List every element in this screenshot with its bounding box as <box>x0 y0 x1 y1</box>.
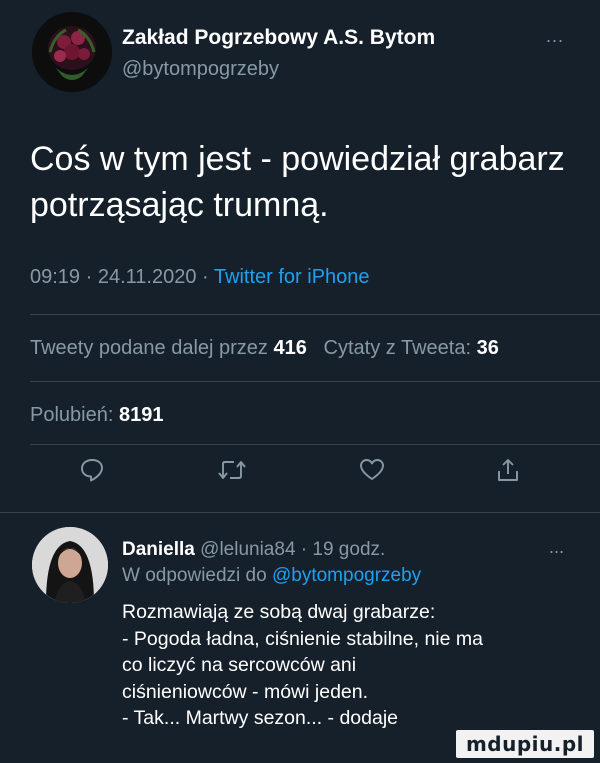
replying-to-label: W odpowiedzi do <box>122 565 267 586</box>
share-icon[interactable] <box>488 450 528 490</box>
reply-text-line: co liczyć na sercowców ani <box>122 654 357 676</box>
author-avatar[interactable] <box>32 12 112 92</box>
reply-author-handle[interactable]: @lelunia84 · 19 godz. <box>200 539 385 560</box>
meta-separator: · <box>202 266 209 288</box>
likes-count: 8191 <box>118 404 164 426</box>
retweet-icon[interactable] <box>212 450 252 490</box>
meta-separator: · <box>85 266 93 288</box>
reply-avatar[interactable] <box>32 527 108 603</box>
reply-text-line: ciśnieniowców - mówi jeden. <box>122 680 369 703</box>
author-handle[interactable]: @bytompogrzeby <box>122 58 279 81</box>
tweet-text: Coś w tym jest - powiedział grabarz potr… <box>30 140 565 224</box>
likes-label: Polubień: <box>30 404 114 426</box>
action-bar <box>0 444 600 504</box>
reply-text-line: Rozmawiają ze sobą dwaj grabarze: <box>122 601 436 623</box>
tweet-date: 24.11.2020 <box>97 266 197 288</box>
quotes-label: Cytaty z Tweeta: <box>323 337 472 359</box>
reply-icon[interactable] <box>72 450 112 490</box>
retweets-count[interactable]: 416 <box>274 337 307 359</box>
reply-tweet[interactable]: Daniella @lelunia84 · 19 godz. ... W odp… <box>0 512 600 763</box>
watermark-text: mdupiu.pl <box>465 732 585 756</box>
tweet-source-link[interactable]: Twitter for iPhone <box>214 266 370 288</box>
divider <box>30 381 600 382</box>
tweet-meta: 09:19 · 24.11.2020 · Twitter for iPhone <box>30 266 370 289</box>
engagement-stats: Tweety podane dalej przez 416 Cytaty z T… <box>30 337 499 360</box>
likes-stat[interactable]: Polubień: 8191 <box>30 404 163 427</box>
reply-header: Daniella @lelunia84 · 19 godz. <box>122 539 385 561</box>
watermark-logo: mdupiu.pl <box>456 730 594 758</box>
quotes-count[interactable]: 36 <box>477 337 499 359</box>
like-icon[interactable] <box>352 450 392 490</box>
replying-to: W odpowiedzi do @bytompogrzeby <box>122 565 421 587</box>
reply-text-line: - Tak... Martwy sezon... - dodaje <box>122 707 398 729</box>
more-options-icon[interactable]: ... <box>546 26 564 47</box>
reply-more-options-icon[interactable]: ... <box>549 537 564 558</box>
divider <box>30 314 600 315</box>
reply-text: Rozmawiają ze sobą dwaj grabarze: - Pogo… <box>122 599 582 732</box>
replying-to-mention[interactable]: @bytompogrzeby <box>272 565 421 586</box>
reply-text-line: - Pogoda ładna, ciśnienie stabilne, nie … <box>122 627 483 650</box>
tweet-time: 09:19 <box>30 266 81 288</box>
author-name[interactable]: Zakład Pogrzebowy A.S. Bytom <box>122 26 435 50</box>
retweets-label: Tweety podane dalej przez <box>30 337 268 359</box>
reply-author-name[interactable]: Daniella <box>122 539 195 560</box>
